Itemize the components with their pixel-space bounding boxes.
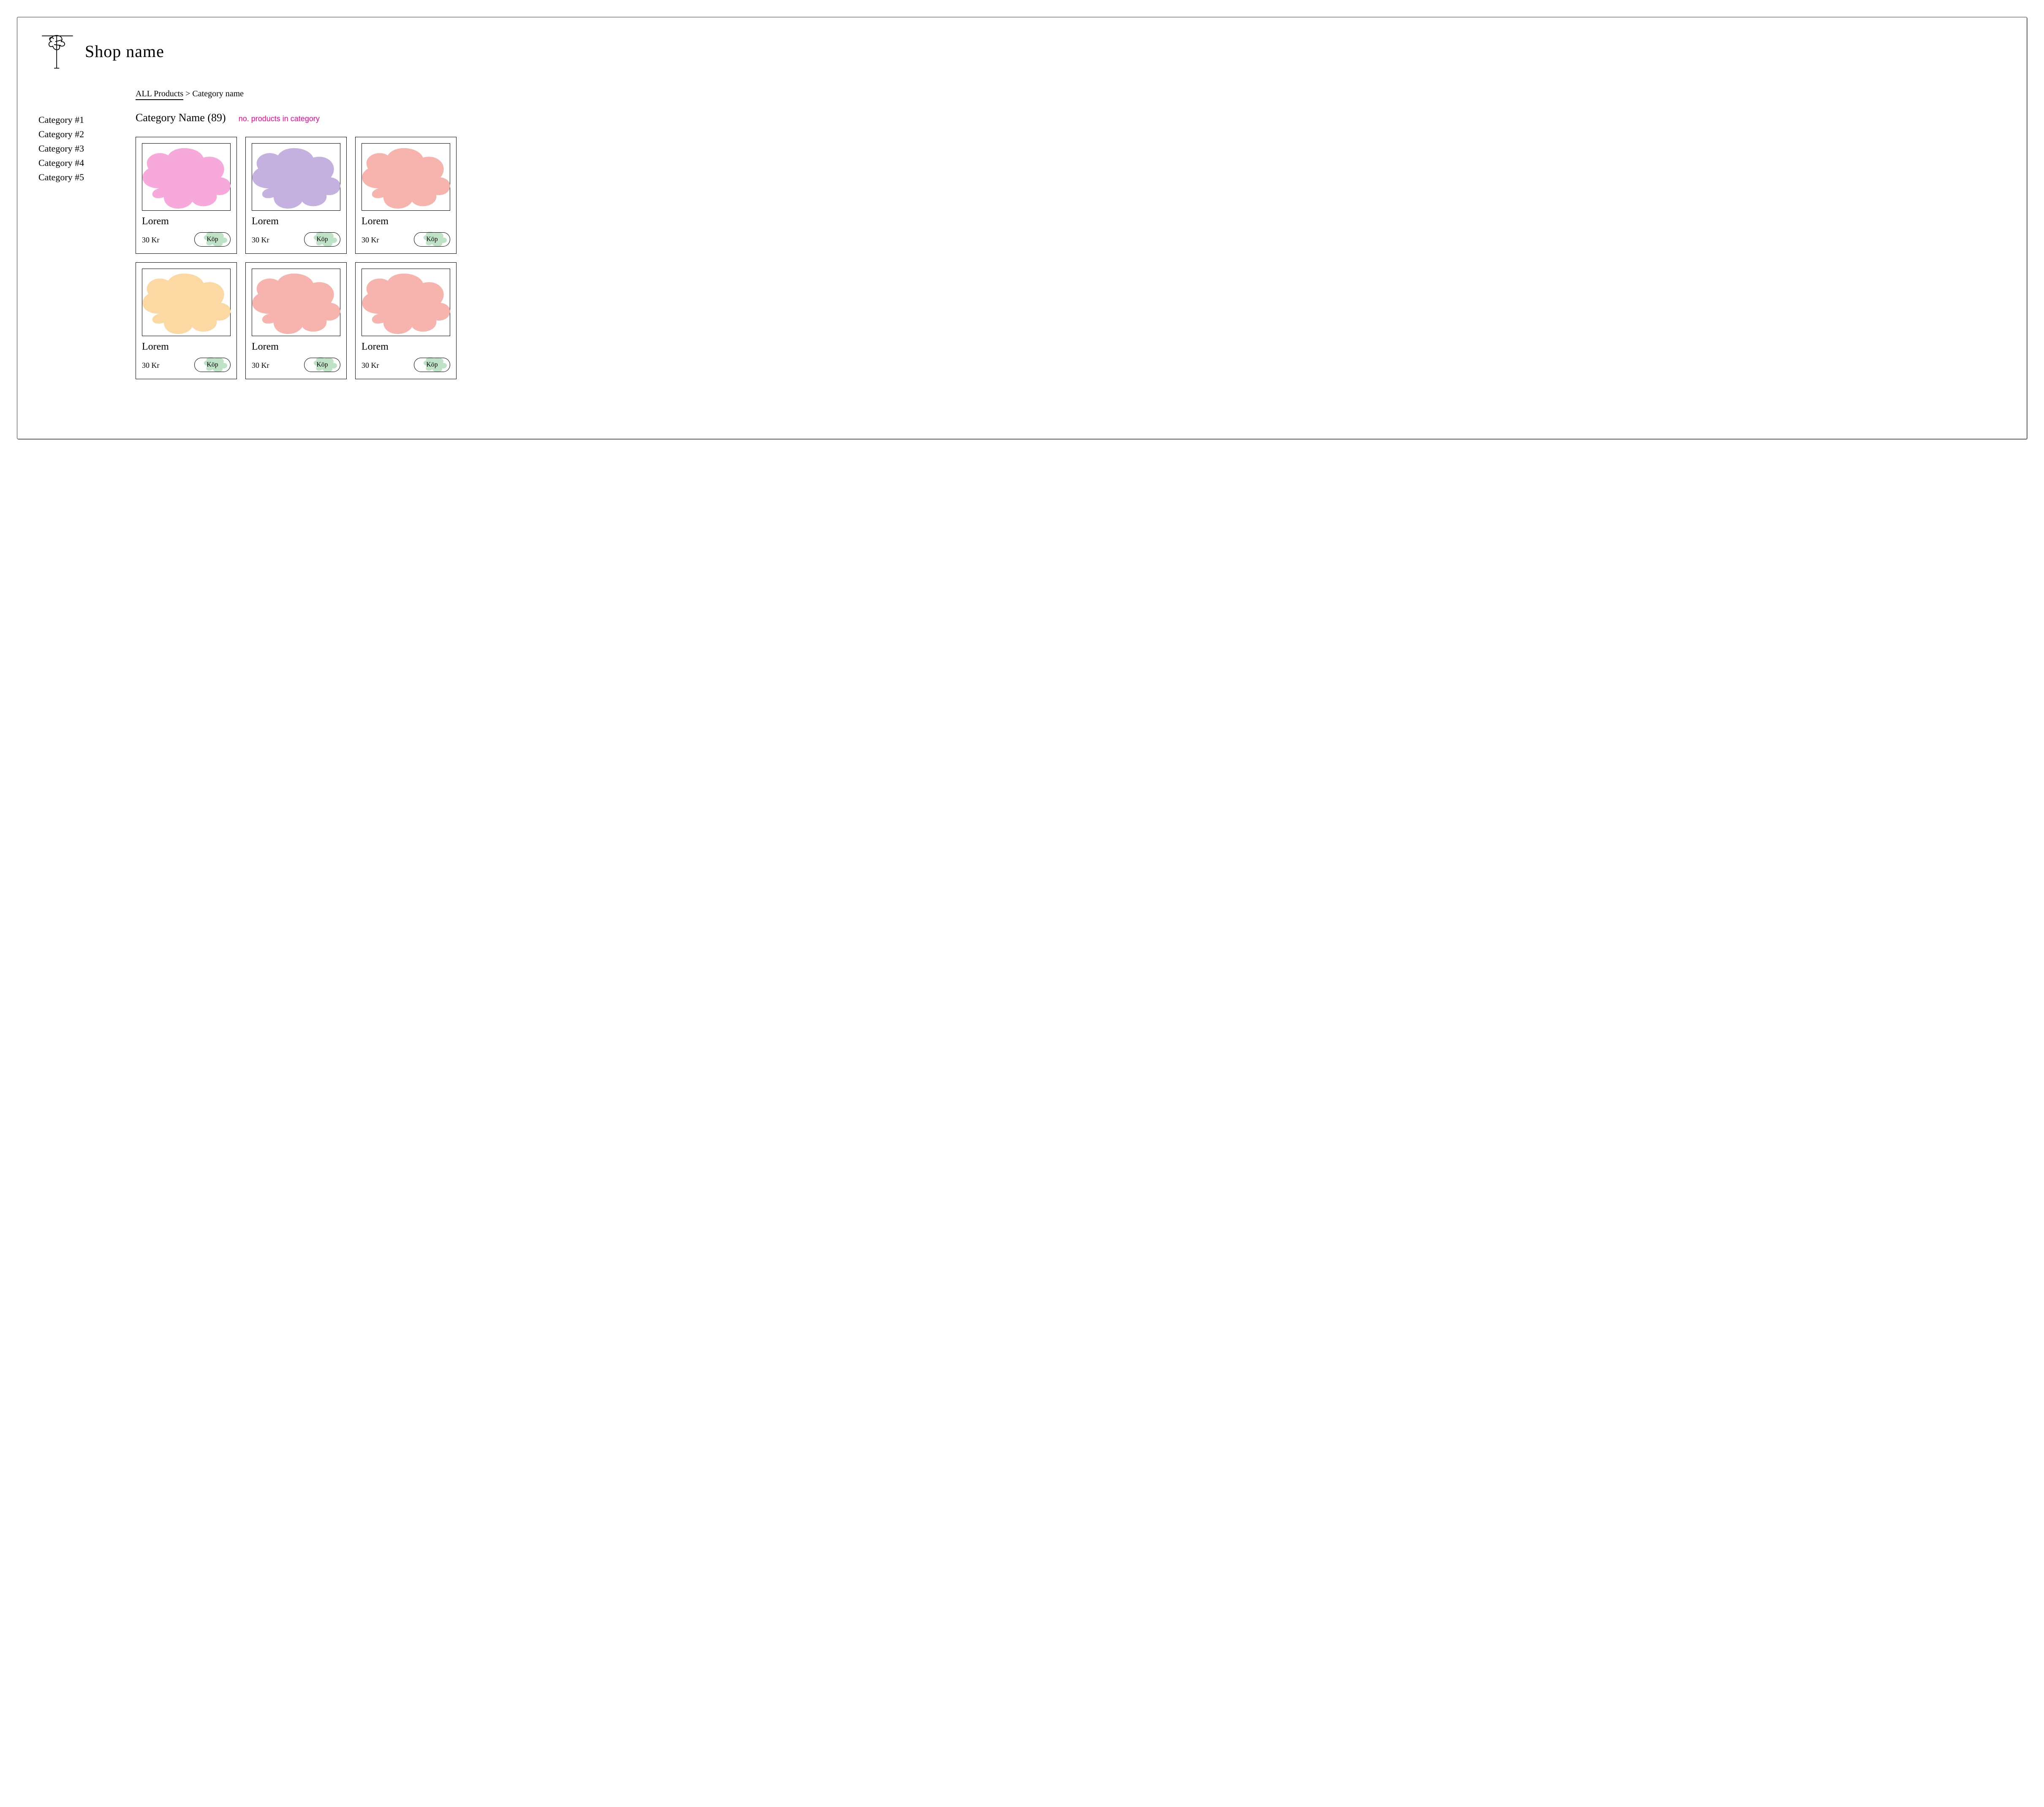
- blob-icon: [133, 265, 239, 341]
- product-image-placeholder: [362, 269, 450, 336]
- product-title: Lorem: [252, 216, 340, 227]
- product-image-placeholder: [362, 143, 450, 211]
- product-price: 30 Kr: [142, 361, 160, 370]
- main-content: ALL Products > Category name Category Na…: [136, 89, 2006, 379]
- buy-button[interactable]: Köp: [304, 358, 340, 372]
- product-title: Lorem: [252, 341, 340, 353]
- logo-icon: [38, 30, 76, 72]
- product-title: Lorem: [362, 341, 450, 353]
- sidebar-item-category-5[interactable]: Category #5: [38, 172, 114, 183]
- sidebar-item-category-2[interactable]: Category #2: [38, 129, 114, 140]
- product-image-placeholder: [252, 143, 340, 211]
- count-annotation: no. products in category: [239, 114, 320, 123]
- buy-button[interactable]: Köp: [194, 232, 231, 247]
- sidebar-item-category-1[interactable]: Category #1: [38, 114, 114, 125]
- product-card[interactable]: Lorem 30 Kr Köp: [136, 137, 237, 254]
- product-count: (89): [207, 111, 226, 124]
- blob-icon: [353, 265, 458, 341]
- product-price: 30 Kr: [142, 236, 160, 245]
- breadcrumb-separator: >: [185, 89, 190, 98]
- product-image-placeholder: [252, 269, 340, 336]
- product-image-placeholder: [142, 269, 231, 336]
- blob-icon: [243, 265, 348, 341]
- product-price: 30 Kr: [362, 361, 379, 370]
- buy-button[interactable]: Köp: [304, 232, 340, 247]
- product-card[interactable]: Lorem 30 Kr Köp: [245, 137, 347, 254]
- product-card[interactable]: Lorem 30 Kr Köp: [355, 262, 457, 379]
- product-price: 30 Kr: [252, 236, 269, 245]
- buy-button[interactable]: Köp: [414, 232, 450, 247]
- breadcrumb: ALL Products > Category name: [136, 89, 2006, 99]
- product-title: Lorem: [362, 216, 450, 227]
- product-title: Lorem: [142, 216, 231, 227]
- product-price: 30 Kr: [252, 361, 269, 370]
- blob-icon: [243, 139, 348, 215]
- buy-button[interactable]: Köp: [414, 358, 450, 372]
- buy-button[interactable]: Köp: [194, 358, 231, 372]
- header: Shop name: [38, 30, 2006, 72]
- product-price: 30 Kr: [362, 236, 379, 245]
- product-card[interactable]: Lorem 30 Kr Köp: [136, 262, 237, 379]
- product-card[interactable]: Lorem 30 Kr Köp: [245, 262, 347, 379]
- product-title: Lorem: [142, 341, 231, 353]
- category-sidebar: Category #1 Category #2 Category #3 Categor…: [38, 89, 114, 379]
- sidebar-item-category-3[interactable]: Category #3: [38, 143, 114, 154]
- shop-name: Shop name: [85, 41, 164, 61]
- product-card[interactable]: Lorem 30 Kr Köp: [355, 137, 457, 254]
- page-title: Category Name (89): [136, 111, 226, 124]
- sidebar-item-category-4[interactable]: Category #4: [38, 158, 114, 168]
- product-grid: Lorem 30 Kr Köp Lorem 30 Kr Köp: [136, 137, 2006, 379]
- product-image-placeholder: [142, 143, 231, 211]
- blob-icon: [353, 139, 458, 215]
- blob-icon: [133, 139, 239, 215]
- breadcrumb-root[interactable]: ALL Products: [136, 89, 183, 100]
- breadcrumb-current: Category name: [192, 89, 244, 98]
